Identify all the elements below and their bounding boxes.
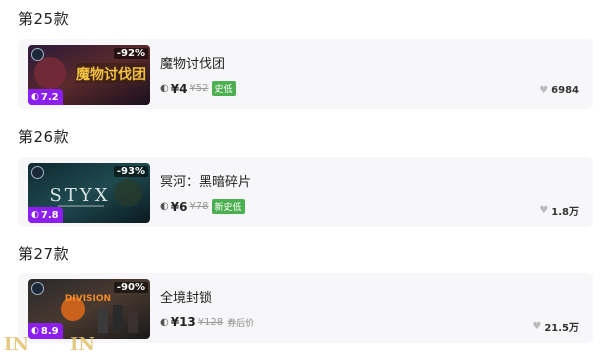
watermark-logo: IN: [70, 334, 95, 355]
cover-title-text: STYX: [49, 185, 110, 206]
steam-icon: [31, 282, 44, 295]
score-badge: ◐ 7.8: [28, 207, 63, 223]
game-card[interactable]: DIVISION -90% ◐ 8.9 全境封锁 ◐ ¥13 ¥128 券后价 …: [18, 273, 593, 343]
likes-value: 1.8万: [551, 207, 579, 218]
game-title[interactable]: 魔物讨伐团: [160, 53, 225, 72]
game-thumbnail[interactable]: DIVISION -90% ◐ 8.9: [28, 279, 150, 339]
game-title[interactable]: 冥河：黑暗碎片: [160, 171, 251, 190]
likes-count[interactable]: ♥ 21.5万: [532, 319, 579, 334]
score-badge: ◐ 7.2: [28, 89, 63, 105]
discount-badge: -90%: [113, 282, 148, 293]
cover-title-text: DIVISION: [65, 294, 111, 304]
price-row: ◐ ¥13 ¥128 券后价: [160, 315, 254, 329]
likes-value: 6984: [551, 85, 579, 96]
price-row: ◐ ¥6 ¥78 新史低: [160, 199, 245, 214]
current-price: ¥4: [170, 81, 188, 96]
likes-value: 21.5万: [544, 323, 579, 334]
game-card[interactable]: 魔物讨伐团 -92% ◐ 7.2 魔物讨伐团 ◐ ¥4 ¥52 史低 ♥ 698…: [18, 39, 593, 109]
score-value: 7.2: [40, 91, 59, 103]
heart-icon: ♥: [539, 85, 549, 96]
likes-count[interactable]: ♥ 1.8万: [539, 203, 579, 218]
steam-icon: [31, 48, 44, 61]
original-price: ¥52: [189, 83, 209, 94]
section-title: 第26款: [18, 128, 70, 146]
discount-badge: -93%: [113, 166, 148, 177]
score-badge: ◐ 8.9: [28, 323, 63, 339]
lowest-price-tag: 史低: [211, 81, 236, 96]
new-lowest-price-tag: 新史低: [211, 199, 245, 214]
discount-badge: -92%: [113, 48, 148, 59]
current-price: ¥13: [170, 315, 196, 329]
price-icon: ◐: [160, 201, 169, 212]
price-icon: ◐: [160, 83, 169, 94]
after-coupon-label: 券后价: [227, 318, 255, 329]
price-row: ◐ ¥4 ¥52 史低: [160, 81, 236, 96]
cover-title-text: 魔物讨伐团: [76, 66, 146, 83]
original-price: ¥128: [197, 316, 224, 328]
original-price: ¥78: [189, 201, 209, 212]
heart-icon: ♥: [532, 321, 542, 332]
heart-icon: ♥: [539, 205, 549, 216]
section-title: 第27款: [18, 245, 70, 263]
price-icon: ◐: [160, 316, 169, 328]
likes-count[interactable]: ♥ 6984: [539, 85, 579, 96]
score-icon: ◐: [31, 326, 39, 336]
game-title[interactable]: 全境封锁: [160, 287, 212, 306]
game-thumbnail[interactable]: 魔物讨伐团 -92% ◐ 7.2: [28, 45, 150, 105]
current-price: ¥6: [170, 199, 188, 214]
watermark-logo: IN: [4, 334, 29, 355]
score-value: 8.9: [40, 325, 59, 337]
steam-icon: [31, 166, 44, 179]
game-card[interactable]: STYX -93% ◐ 7.8 冥河：黑暗碎片 ◐ ¥6 ¥78 新史低 ♥ 1…: [18, 157, 593, 227]
score-icon: ◐: [31, 210, 39, 220]
section-title: 第25款: [18, 10, 70, 28]
score-value: 7.8: [40, 209, 59, 221]
game-thumbnail[interactable]: STYX -93% ◐ 7.8: [28, 163, 150, 223]
score-icon: ◐: [31, 92, 39, 102]
